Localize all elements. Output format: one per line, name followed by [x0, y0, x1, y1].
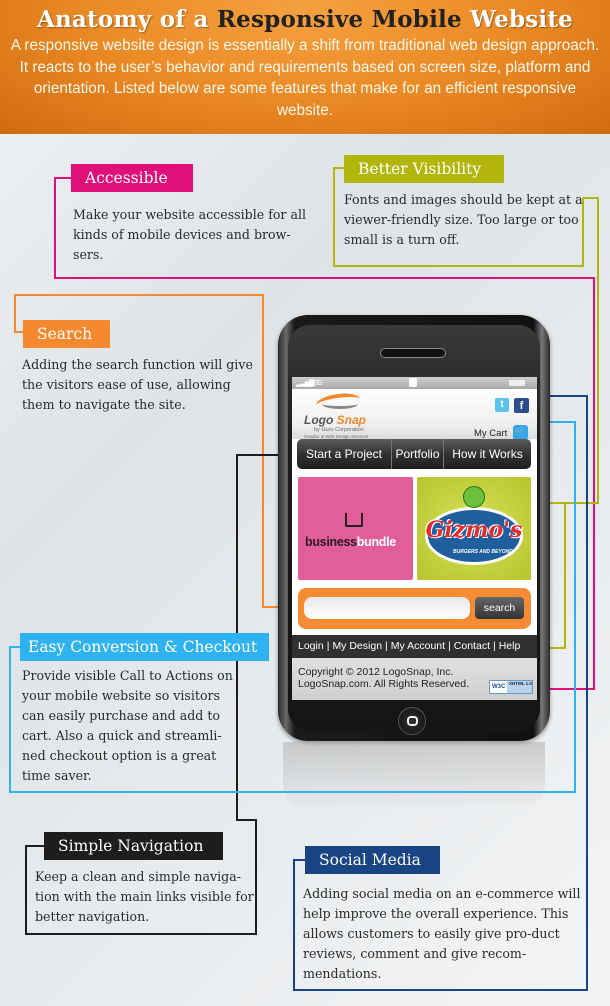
logo-word: business	[305, 535, 357, 549]
separator: |	[385, 640, 388, 652]
signal-icon: ▂▃▅▇ 3G	[296, 380, 323, 387]
cart-link[interactable]: My Cart	[474, 428, 507, 439]
footer-link-my-account[interactable]: My Account	[391, 640, 445, 652]
main-nav: Start a Project Portfolio How it Works	[297, 439, 531, 469]
footer-link-help[interactable]: Help	[499, 640, 521, 652]
logo-word-highlight: Snap	[336, 413, 366, 427]
logo-byline: by Guru Corporation	[314, 427, 364, 433]
site-logo[interactable]: Logo Snap	[304, 413, 366, 427]
footer-nav: Login | My Design | My Account | Contact | Help	[292, 635, 537, 658]
battery-icon	[509, 380, 525, 386]
footer-link-contact[interactable]: Contact	[454, 640, 490, 652]
twitter-icon[interactable]: t	[495, 398, 509, 412]
facebook-icon[interactable]: f	[514, 398, 529, 413]
status-bar: ▂▃▅▇ 3G	[292, 377, 537, 389]
title-part: Website	[461, 6, 574, 33]
navigation-description: Keep a clean and simple naviga-tion with…	[35, 869, 254, 924]
book-icon	[345, 513, 363, 527]
nav-portfolio[interactable]: Portfolio	[392, 439, 444, 469]
visibility-description: Fonts and images should be kept at a vie…	[344, 192, 583, 247]
social-description: Adding social media on an e-commerce wil…	[303, 886, 581, 981]
footer-link-login[interactable]: Login	[298, 640, 324, 652]
intro-text: A responsive website design is essential…	[10, 37, 600, 119]
business-bundle-logo: businessbundle	[305, 535, 396, 549]
visibility-label: Better Visibility	[344, 155, 504, 183]
lock-icon	[409, 378, 417, 387]
navigation-label: Simple Navigation	[44, 832, 223, 860]
mascot-icon	[463, 486, 485, 508]
checkout-label: Easy Conversion & Checkout	[20, 633, 269, 661]
gizmos-logo-text: Gizmo's	[425, 517, 523, 543]
logo-swoosh-icon	[322, 399, 358, 409]
footer-link-my-design[interactable]: My Design	[332, 640, 382, 652]
w3c-badge[interactable]: W3C XHTML 1.0	[489, 680, 533, 694]
logo-word-highlight: bundle	[356, 535, 396, 549]
phone-screen: ▂▃▅▇ 3G Logo Snap by Guru Corporation Gr…	[292, 377, 537, 700]
w3c-text: W3C	[492, 684, 506, 690]
social-label: Social Media	[305, 846, 440, 874]
search-input[interactable]	[304, 597, 470, 619]
page-title: Anatomy of a Responsive Mobile Website	[0, 0, 610, 33]
xhtml-text: XHTML 1.0	[507, 681, 532, 693]
home-button[interactable]	[398, 707, 426, 735]
search-label: Search	[23, 320, 110, 348]
header-banner: Anatomy of a Responsive Mobile Website A…	[0, 0, 610, 134]
search-button[interactable]: search	[475, 597, 524, 619]
phone-reflection	[283, 742, 545, 812]
copyright-line-1: Copyright © 2012 LogoSnap, Inc.	[298, 666, 454, 678]
separator: |	[492, 640, 496, 652]
title-part: Anatomy of a	[36, 6, 217, 33]
phone-speaker	[380, 348, 446, 358]
portfolio-tile-gizmos[interactable]: Gizmo's BURGERS AND BEYOND	[417, 477, 531, 580]
nav-how-it-works[interactable]: How it Works	[444, 439, 531, 469]
separator: |	[448, 640, 451, 652]
nav-start-project[interactable]: Start a Project	[297, 439, 392, 469]
checkout-description: Provide visible Call to Actions on your …	[22, 668, 233, 783]
search-description: Adding the search function will give the…	[22, 357, 253, 412]
gizmos-tagline: BURGERS AND BEYOND	[453, 549, 513, 555]
accessible-description: Make your website accessible for all kin…	[73, 207, 307, 262]
accessible-label: Accessible	[71, 164, 193, 192]
site-header: Logo Snap by Guru Corporation Graphic & …	[292, 389, 537, 440]
logo-word: Logo	[304, 413, 337, 427]
search-bar: search	[298, 588, 531, 629]
title-highlight: Responsive Mobile	[216, 6, 462, 33]
home-icon	[407, 716, 418, 726]
portfolio-tile-business-bundle[interactable]: businessbundle	[298, 477, 413, 580]
cart-icon[interactable]: 🛒	[513, 425, 528, 440]
